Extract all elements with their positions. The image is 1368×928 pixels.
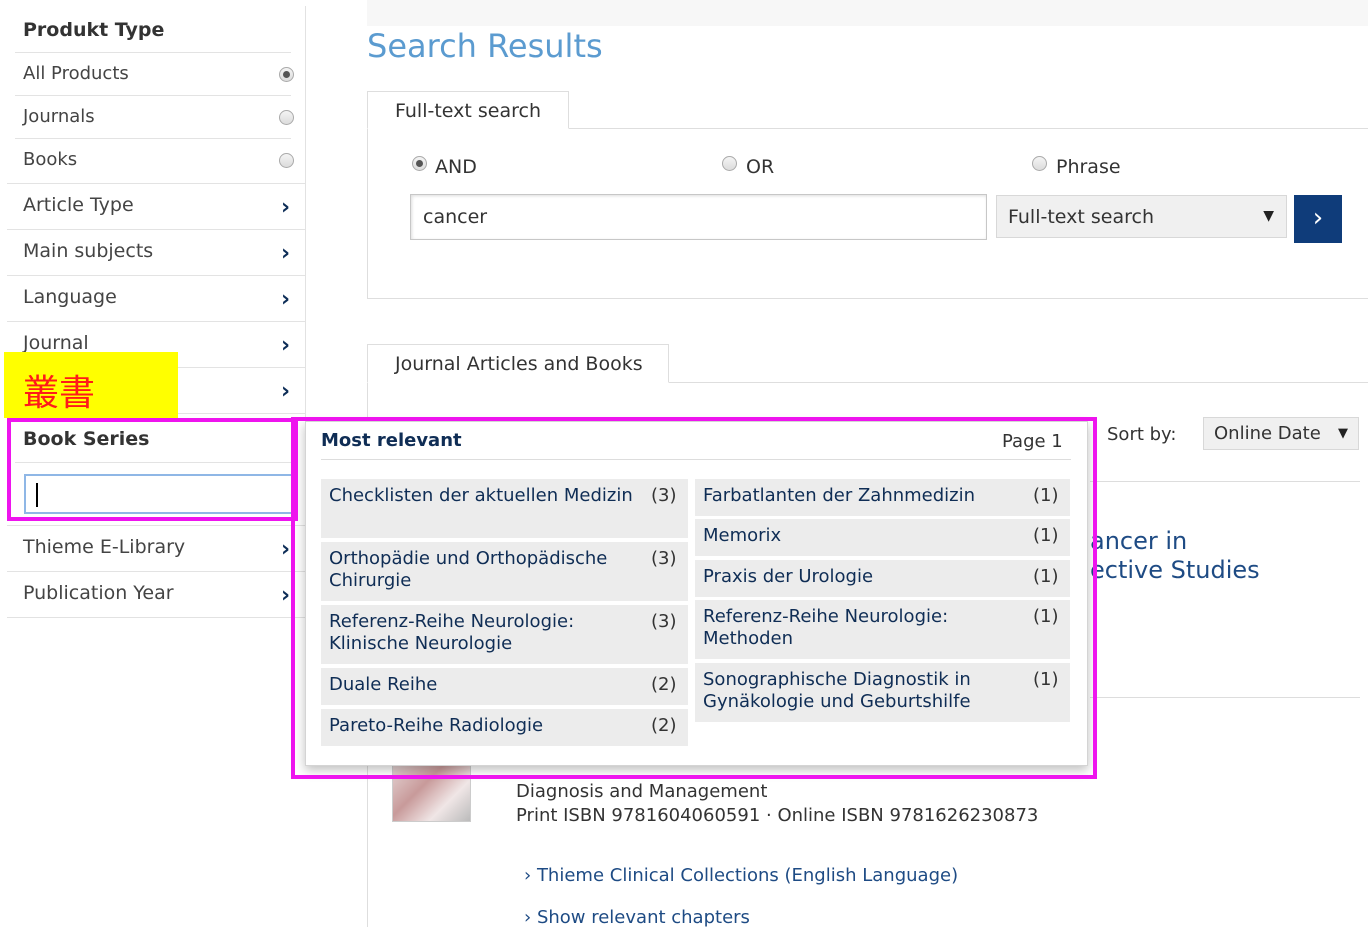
radio-phrase-icon[interactable] bbox=[1032, 156, 1047, 171]
radio-icon[interactable] bbox=[279, 110, 294, 125]
filter-article-type[interactable]: Article Type › bbox=[7, 183, 305, 229]
radio-or-icon[interactable] bbox=[722, 156, 737, 171]
chevron-right-icon: › bbox=[281, 537, 291, 562]
filter-label: Language bbox=[23, 286, 117, 308]
filter-publication-year[interactable]: Publication Year › bbox=[7, 571, 305, 617]
chevron-right-icon: › bbox=[281, 333, 291, 358]
chevron-right-icon: › bbox=[281, 287, 291, 312]
highlight-book-series bbox=[7, 418, 298, 521]
radio-and-icon[interactable] bbox=[412, 156, 427, 171]
show-chapters-link[interactable]: › Show relevant chapters bbox=[524, 907, 750, 928]
product-option-journals[interactable]: Journals bbox=[15, 95, 294, 138]
product-option-label: Books bbox=[23, 149, 78, 170]
book-isbn: Print ISBN 9781604060591 · Online ISBN 9… bbox=[516, 805, 1039, 826]
tab-journal-articles-books[interactable]: Journal Articles and Books bbox=[367, 344, 669, 383]
radio-icon[interactable] bbox=[279, 67, 294, 82]
show-chapters-label: Show relevant chapters bbox=[536, 907, 750, 928]
dropdown-arrow-icon: ▼ bbox=[1263, 208, 1274, 224]
filter-thieme-elibrary[interactable]: Thieme E-Library › bbox=[7, 525, 305, 571]
product-option-label: Journals bbox=[23, 106, 95, 127]
filter-label: Main subjects bbox=[23, 240, 154, 262]
search-type-select[interactable]: Full-text search ▼ bbox=[996, 195, 1287, 238]
chevron-right-icon: › bbox=[524, 907, 532, 928]
filter-label: Thieme E-Library bbox=[23, 536, 186, 558]
annotation-label-text: 叢書 bbox=[23, 373, 96, 414]
sort-select[interactable]: Online Date ▼ bbox=[1203, 417, 1359, 450]
radio-icon[interactable] bbox=[279, 153, 294, 168]
option-and-label: AND bbox=[435, 156, 477, 178]
chevron-right-icon: › bbox=[281, 195, 291, 220]
filter-label: Article Type bbox=[23, 194, 134, 216]
dropdown-arrow-icon: ▼ bbox=[1338, 426, 1348, 441]
search-input[interactable] bbox=[410, 194, 987, 240]
filter-language[interactable]: Language › bbox=[7, 275, 305, 321]
divider bbox=[1090, 697, 1360, 698]
produkt-type-heading: Produkt Type bbox=[23, 19, 165, 41]
filter-label: Publication Year bbox=[23, 582, 174, 604]
highlight-suggestions bbox=[291, 417, 1097, 779]
product-option-all[interactable]: All Products bbox=[15, 52, 294, 95]
filter-sidebar: Produkt Type All Products Journals Books… bbox=[7, 6, 306, 618]
chevron-right-icon: › bbox=[524, 865, 532, 886]
divider bbox=[1090, 481, 1360, 482]
filter-label: Journal bbox=[23, 332, 89, 354]
result-title-fragment[interactable]: ancer in bbox=[1090, 527, 1187, 555]
product-option-label: All Products bbox=[23, 63, 129, 84]
top-bar bbox=[367, 0, 1368, 26]
search-submit-button[interactable]: › bbox=[1294, 195, 1342, 243]
result-title-fragment[interactable]: ective Studies bbox=[1090, 556, 1260, 584]
annotation-label: 叢書 bbox=[4, 352, 178, 418]
product-option-books[interactable]: Books bbox=[15, 138, 294, 181]
book-subtitle: Diagnosis and Management bbox=[516, 781, 768, 802]
page-title: Search Results bbox=[367, 27, 603, 65]
option-phrase-label: Phrase bbox=[1056, 156, 1121, 178]
option-or-label: OR bbox=[746, 156, 775, 178]
sort-value: Online Date bbox=[1214, 423, 1321, 444]
chevron-right-icon: › bbox=[1312, 203, 1324, 233]
search-type-value: Full-text search bbox=[1008, 206, 1154, 228]
chevron-right-icon: › bbox=[281, 241, 291, 266]
collection-link[interactable]: › Thieme Clinical Collections (English L… bbox=[524, 865, 958, 886]
tab-full-text-search[interactable]: Full-text search bbox=[367, 91, 569, 129]
filter-main-subjects[interactable]: Main subjects › bbox=[7, 229, 305, 275]
chevron-right-icon: › bbox=[281, 583, 291, 608]
chevron-right-icon: › bbox=[281, 379, 291, 404]
sort-by-label: Sort by: bbox=[1107, 424, 1177, 445]
collection-link-label: Thieme Clinical Collections (English Lan… bbox=[536, 865, 959, 886]
